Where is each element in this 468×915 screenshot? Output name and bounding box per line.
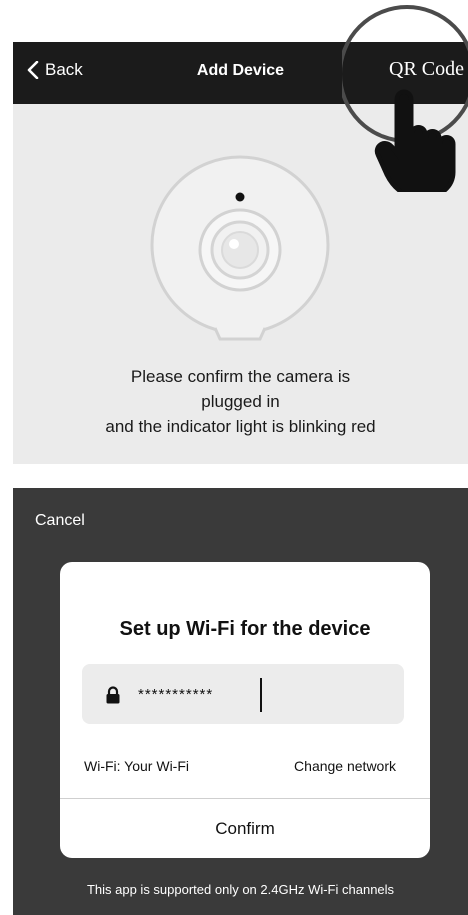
dialog-title: Set up Wi-Fi for the device [119, 618, 371, 640]
instruction-line-1: Please confirm the camera is [130, 367, 351, 386]
compatibility-note: This app is supported only on 2.4GHz Wi-… [86, 882, 395, 897]
wifi-setup-dialog: Set up Wi-Fi for the device *********** … [60, 562, 430, 858]
cancel-button[interactable]: Cancel [35, 512, 85, 530]
lock-icon [106, 686, 120, 704]
instruction-text: Please confirm the camera is plugged in … [13, 364, 468, 439]
wifi-password-field[interactable]: *********** [82, 664, 404, 724]
text-cursor [260, 678, 262, 712]
instruction-line-2: plugged in [201, 392, 280, 411]
indicator-light [235, 192, 245, 202]
top-navigation-bar: Back Add Device QR Code [13, 42, 468, 104]
confirm-button[interactable]: Confirm [60, 799, 430, 858]
instruction-line-3: and the indicator light is blinking red [105, 417, 376, 436]
password-value: *********** [138, 686, 214, 703]
camera-illustration [150, 155, 330, 341]
change-network-link[interactable]: Change network [294, 758, 396, 774]
qr-code-button[interactable]: QR Code [389, 58, 464, 81]
wifi-setup-overlay: Cancel Set up Wi-Fi for the device *****… [13, 488, 468, 915]
wifi-network-label: Wi-Fi: Your Wi-Fi [84, 758, 189, 774]
